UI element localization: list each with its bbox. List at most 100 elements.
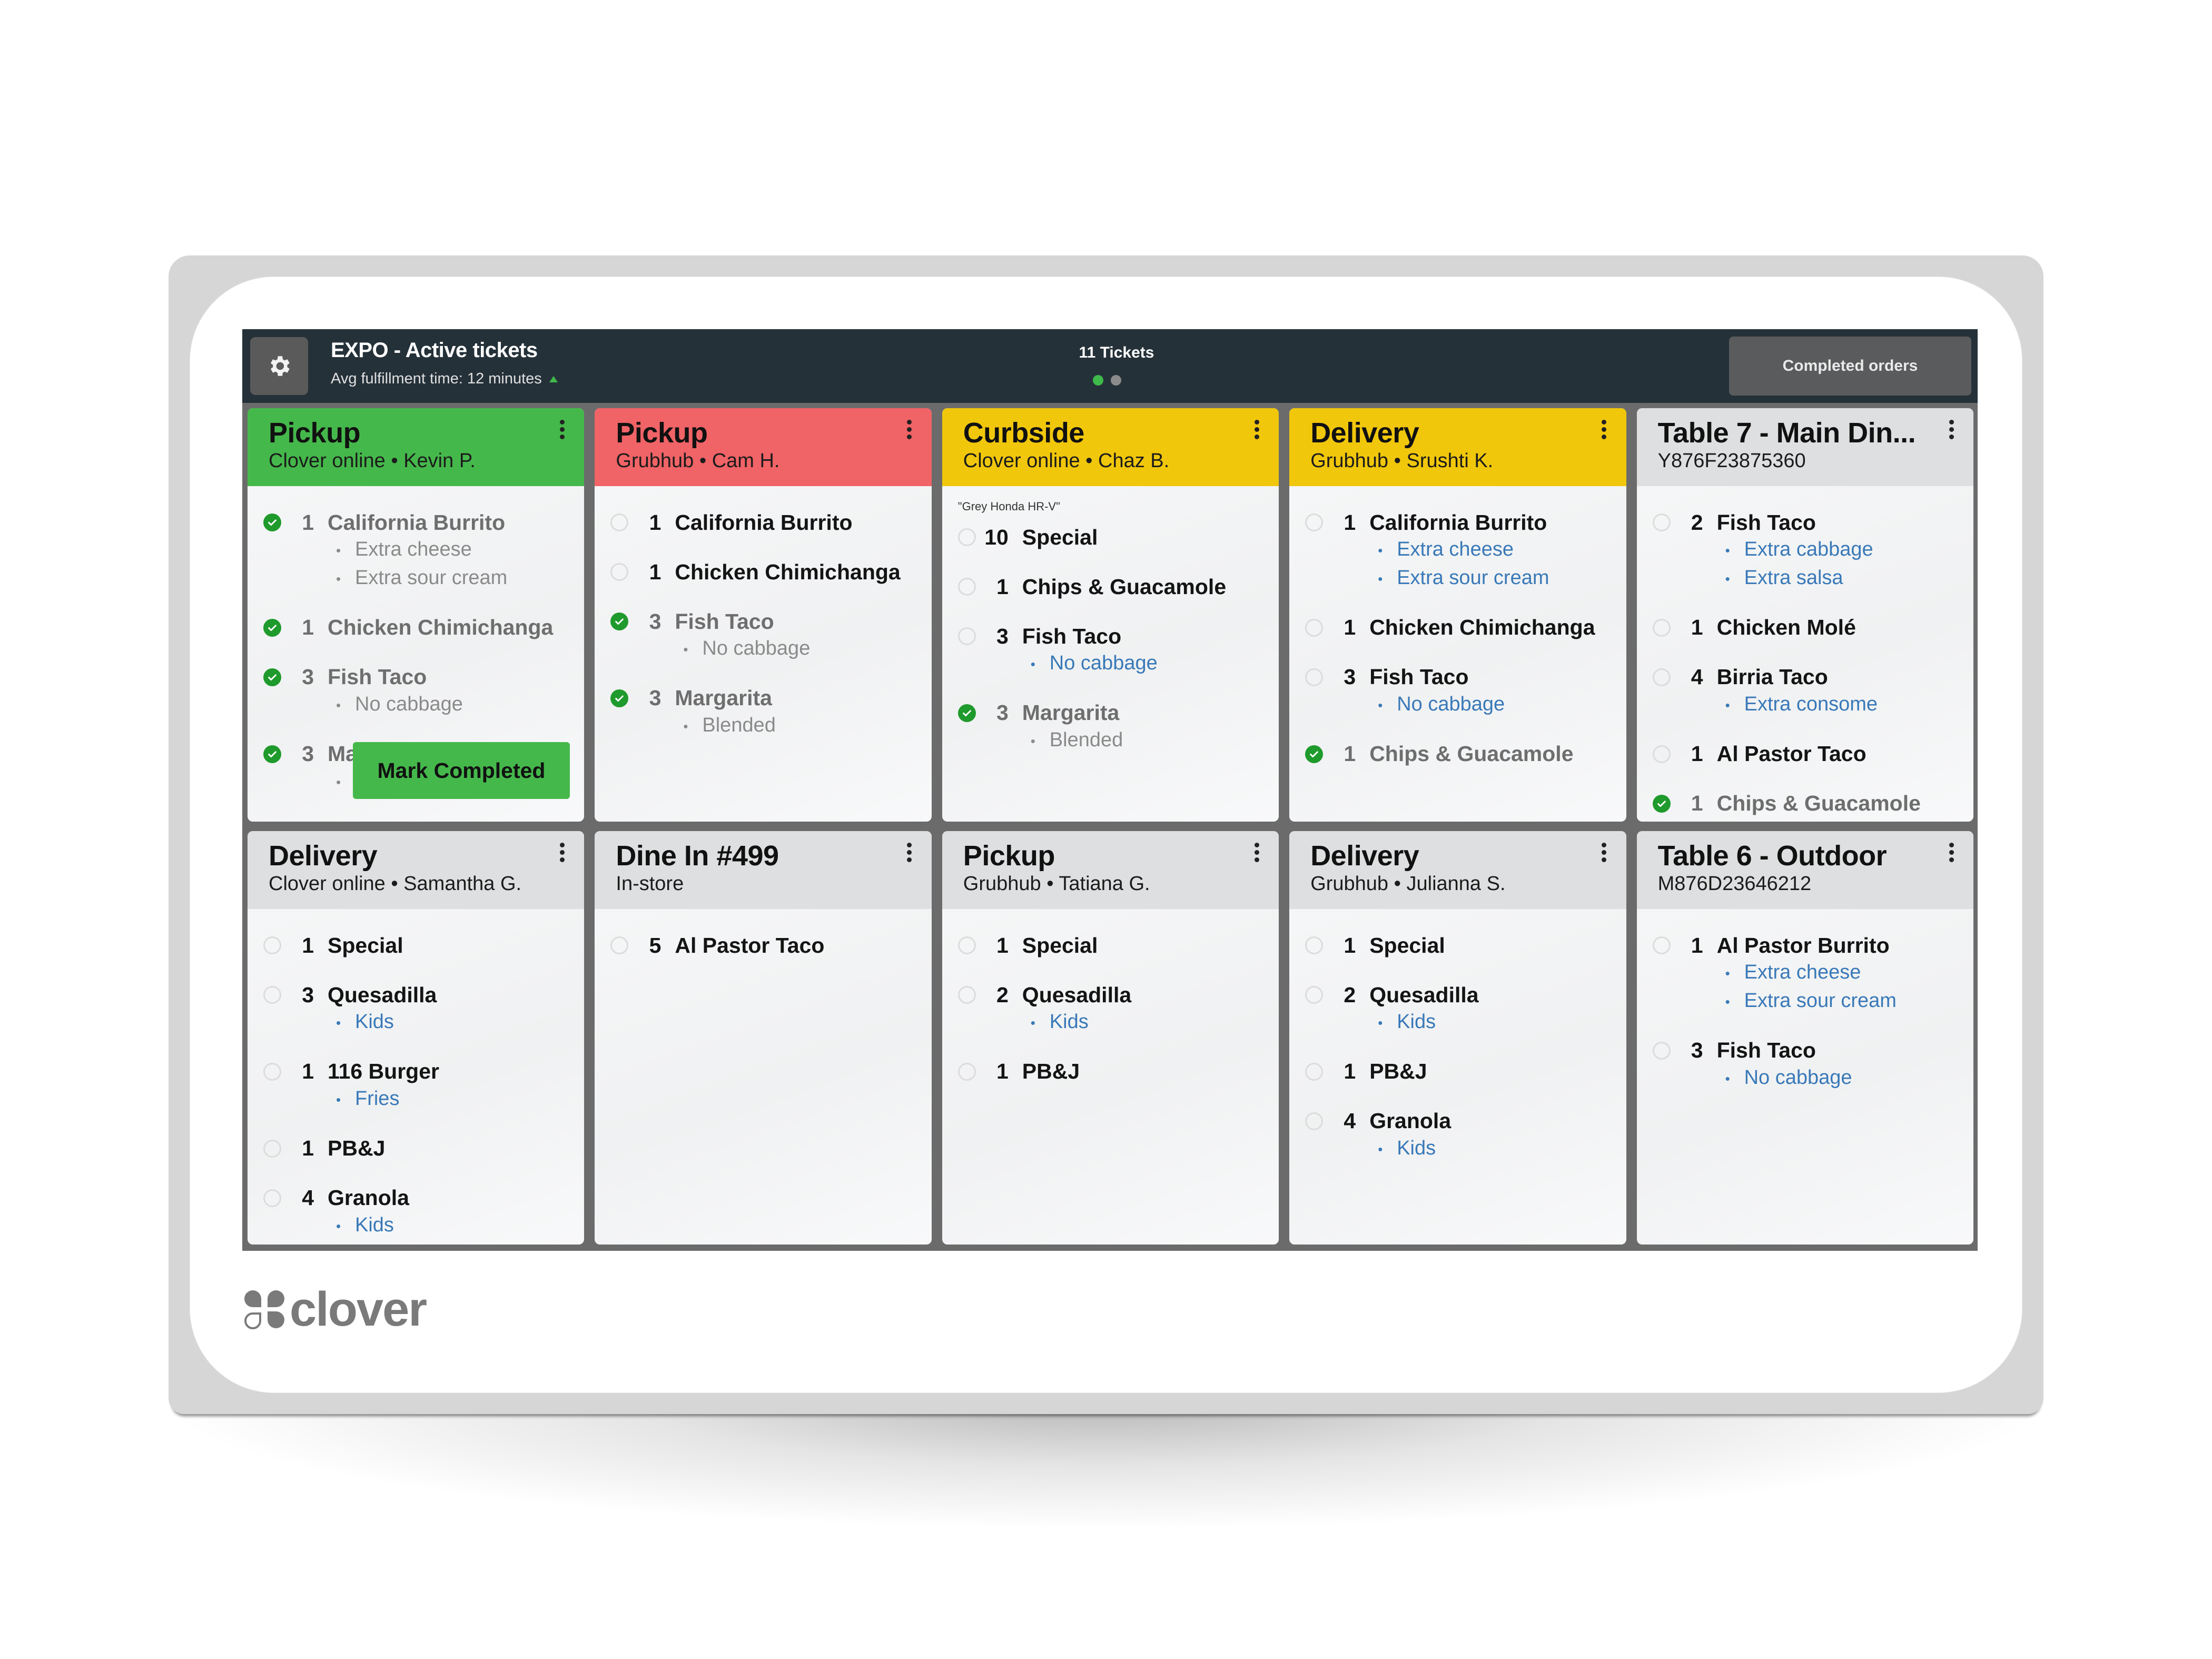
ticket-card[interactable]: Table 7 - Main Din... Y876F23875360 2 Fish … [1636,408,1973,822]
line-item[interactable]: 10 Special [957,524,1279,550]
line-item[interactable]: 3 Fish Taco • No cabbage [957,623,1279,678]
ticket-card[interactable]: Pickup Grubhub • Cam H. 1 California Burrit… [595,408,932,822]
item-checkbox[interactable] [957,986,976,1004]
line-item[interactable]: 2 Fish Taco • Extra cabbage • Extra salsa [1652,509,1973,592]
item-checkbox[interactable] [957,1062,976,1081]
line-item[interactable]: 4 Granola • Kids [263,1185,584,1240]
ticket-card[interactable]: Pickup Grubhub • Tatiana G. 1 Special 2 Quesa… [942,831,1279,1245]
item-checkbox[interactable] [1652,745,1671,763]
line-item[interactable]: 1 Al Pastor Taco [1652,741,1973,767]
ticket-card[interactable]: Dine In #499 In-store 5 Al Pastor Taco [595,831,932,1245]
item-done-checkbox[interactable] [1305,745,1324,763]
line-item[interactable]: 1 Chips & Guacamole [1652,791,1973,817]
ticket-card[interactable]: Curbside Clover online • Chaz B. "Grey Hon… [942,408,1279,822]
line-item[interactable]: 1 Chicken Chimichanga [263,615,584,641]
item-done-checkbox[interactable] [957,704,976,722]
item-checkbox[interactable] [1652,936,1671,954]
line-item[interactable]: 4 Granola • Kids [1305,1108,1626,1163]
item-checkbox[interactable] [1652,1041,1671,1060]
ticket-header[interactable]: Table 6 - Outdoor M876D23646212 [1636,831,1973,909]
item-done-checkbox[interactable] [263,668,281,686]
item-checkbox[interactable] [263,1189,281,1207]
item-checkbox[interactable] [1305,1112,1324,1130]
ticket-header[interactable]: Pickup Clover online • Kevin P. [248,408,585,486]
line-item[interactable]: 5 Al Pastor Taco [610,932,931,959]
more-options-icon[interactable] [1948,843,1954,862]
line-item[interactable]: 3 Fish Taco • No cabbage [263,664,584,719]
line-item[interactable]: 3 Fish Taco • No cabbage [610,608,931,663]
page-dot-1[interactable] [1093,375,1103,386]
line-item[interactable]: 2 Quesadilla • Kids [957,982,1279,1036]
item-checkbox[interactable] [957,528,976,546]
item-checkbox[interactable] [1305,514,1324,531]
settings-button[interactable] [250,337,308,395]
item-checkbox[interactable] [1305,1062,1324,1081]
line-item[interactable]: 3 Margarita • Blended [610,685,931,740]
ticket-header[interactable]: Table 7 - Main Din... Y876F23875360 [1636,408,1973,486]
ticket-card[interactable]: Delivery Grubhub • Julianna S. 1 Special 2 Qu… [1289,831,1626,1245]
line-item[interactable]: 1 Special [1305,932,1626,959]
line-item[interactable]: 1 Chips & Guacamole [1305,741,1626,767]
item-checkbox[interactable] [263,986,281,1004]
more-options-icon[interactable] [1253,843,1260,862]
item-done-checkbox[interactable] [263,514,281,531]
item-done-checkbox[interactable] [263,745,281,763]
page-dot-2[interactable] [1111,375,1121,386]
ticket-card[interactable]: Delivery Grubhub • Srushti K. 1 California … [1289,408,1626,822]
line-item[interactable]: 1 Chicken Chimichanga [610,559,931,585]
mark-completed-button[interactable]: Mark Completed [353,742,570,799]
item-checkbox[interactable] [1652,514,1671,531]
ticket-header[interactable]: Delivery Grubhub • Julianna S. [1289,831,1626,909]
ticket-header[interactable]: Dine In #499 In-store [595,831,932,909]
item-checkbox[interactable] [263,1139,281,1158]
item-checkbox[interactable] [1305,668,1324,686]
more-options-icon[interactable] [559,420,565,439]
item-checkbox[interactable] [263,936,281,954]
line-item[interactable]: 1 Chicken Chimichanga [1305,615,1626,641]
item-checkbox[interactable] [957,936,976,954]
line-item[interactable]: 4 Birria Taco • Extra consome [1652,664,1973,719]
item-done-checkbox[interactable] [1652,794,1671,813]
item-done-checkbox[interactable] [610,613,629,630]
ticket-header[interactable]: Pickup Grubhub • Tatiana G. [942,831,1279,909]
line-item[interactable]: 1 PB&J [957,1059,1279,1085]
more-options-icon[interactable] [1948,420,1954,439]
item-checkbox[interactable] [263,1062,281,1081]
ticket-card[interactable]: Table 6 - Outdoor M876D23646212 1 Al Pastor… [1636,831,1973,1245]
line-item[interactable]: 1 Special [957,932,1279,959]
line-item[interactable]: 1 PB&J [263,1135,584,1162]
item-checkbox[interactable] [1652,618,1671,637]
item-checkbox[interactable] [1305,936,1324,954]
more-options-icon[interactable] [906,420,913,439]
line-item[interactable]: 3 Fish Taco • No cabbage [1652,1038,1973,1092]
completed-orders-button[interactable]: Completed orders [1729,337,1971,396]
ticket-header[interactable]: Delivery Clover online • Samantha G. [248,831,585,909]
item-checkbox[interactable] [610,514,629,531]
line-item[interactable]: 1 California Burrito [610,509,931,536]
line-item[interactable]: 2 Quesadilla • Kids [1305,982,1626,1036]
more-options-icon[interactable] [906,843,913,862]
item-done-checkbox[interactable] [263,618,281,637]
line-item[interactable]: 1 116 Burger • Fries [263,1059,584,1113]
line-item[interactable]: 1 California Burrito • Extra cheese • Extra s… [263,509,584,592]
line-item[interactable]: 1 Al Pastor Burrito • Extra cheese • Extra so… [1652,932,1973,1015]
item-checkbox[interactable] [957,627,976,645]
ticket-card[interactable]: Delivery Clover online • Samantha G. 1 Spec… [248,831,585,1245]
line-item[interactable]: 1 California Burrito • Extra cheese • Extra s… [1305,509,1626,592]
line-item[interactable]: 3 Quesadilla • Kids [263,982,584,1036]
item-done-checkbox[interactable] [610,689,629,707]
line-item[interactable]: 1 Chips & Guacamole [957,574,1279,600]
ticket-header[interactable]: Pickup Grubhub • Cam H. [595,408,932,486]
more-options-icon[interactable] [1253,420,1260,439]
item-checkbox[interactable] [957,578,976,596]
line-item[interactable]: 1 Chicken Molé [1652,615,1973,641]
ticket-header[interactable]: Delivery Grubhub • Srushti K. [1289,408,1626,486]
item-checkbox[interactable] [610,563,629,581]
item-checkbox[interactable] [1305,986,1324,1004]
line-item[interactable]: 3 Fish Taco • No cabbage [1305,664,1626,719]
ticket-header[interactable]: Curbside Clover online • Chaz B. [942,408,1279,486]
line-item[interactable]: 1 PB&J [1305,1059,1626,1085]
ticket-card[interactable]: Pickup Clover online • Kevin P. 1 Californi… [248,408,585,822]
line-item[interactable]: 3 Margarita • Blended [957,700,1279,755]
item-checkbox[interactable] [1305,618,1324,637]
